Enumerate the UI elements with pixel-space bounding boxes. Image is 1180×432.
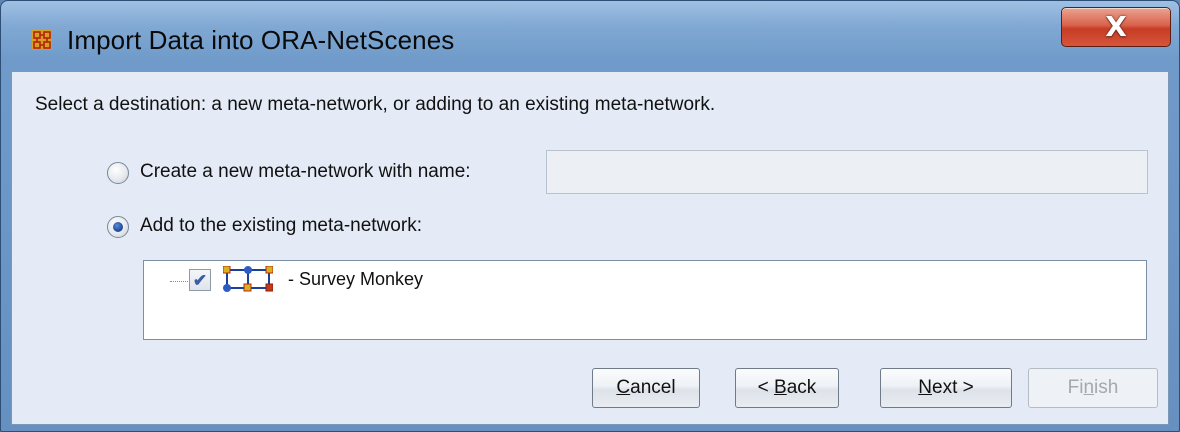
finish-button: Fi n ish — [1028, 368, 1158, 408]
radio-existing-meta-network[interactable] — [107, 216, 129, 238]
close-icon: X — [1105, 10, 1127, 43]
finish-label-pre: Fi — [1067, 377, 1084, 398]
meta-network-tree[interactable]: ✔ - Survey Monkey — [143, 260, 1147, 340]
import-dialog: Import Data into ORA-NetScenes X Select … — [0, 0, 1180, 432]
tree-item-checkbox[interactable]: ✔ — [189, 269, 211, 291]
cancel-button[interactable]: Cancel — [592, 368, 700, 408]
tree-item-label[interactable]: - Survey Monkey — [288, 269, 423, 290]
radio-existing-meta-network-label[interactable]: Add to the existing meta-network: — [140, 215, 422, 237]
finish-label-post: ish — [1094, 377, 1119, 398]
back-button[interactable]: < Back — [735, 368, 839, 408]
next-mnemonic: N — [918, 377, 932, 398]
radio-new-meta-network[interactable] — [107, 162, 129, 184]
radio-new-meta-network-label[interactable]: Create a new meta-network with name: — [140, 161, 471, 183]
close-button[interactable]: X — [1061, 7, 1171, 47]
checkmark-icon: ✔ — [192, 270, 208, 290]
back-mnemonic: B — [774, 377, 787, 398]
meta-network-name-input[interactable] — [546, 150, 1148, 194]
next-button[interactable]: Next > — [880, 368, 1012, 408]
back-label-pre: < — [757, 377, 775, 398]
cancel-label-post: ancel — [630, 377, 676, 398]
tree-connector — [170, 281, 190, 282]
meta-network-icon — [223, 266, 273, 292]
title-bar[interactable]: Import Data into ORA-NetScenes X — [1, 1, 1179, 75]
next-label-post: ext > — [932, 377, 974, 398]
window-title: Import Data into ORA-NetScenes — [67, 25, 455, 55]
back-label-post: ack — [786, 377, 817, 398]
cancel-mnemonic: C — [616, 377, 631, 398]
finish-mnemonic: n — [1083, 377, 1095, 398]
instruction-text: Select a destination: a new meta-network… — [35, 94, 716, 115]
ora-app-icon — [32, 30, 52, 50]
dialog-content: Select a destination: a new meta-network… — [11, 71, 1169, 425]
